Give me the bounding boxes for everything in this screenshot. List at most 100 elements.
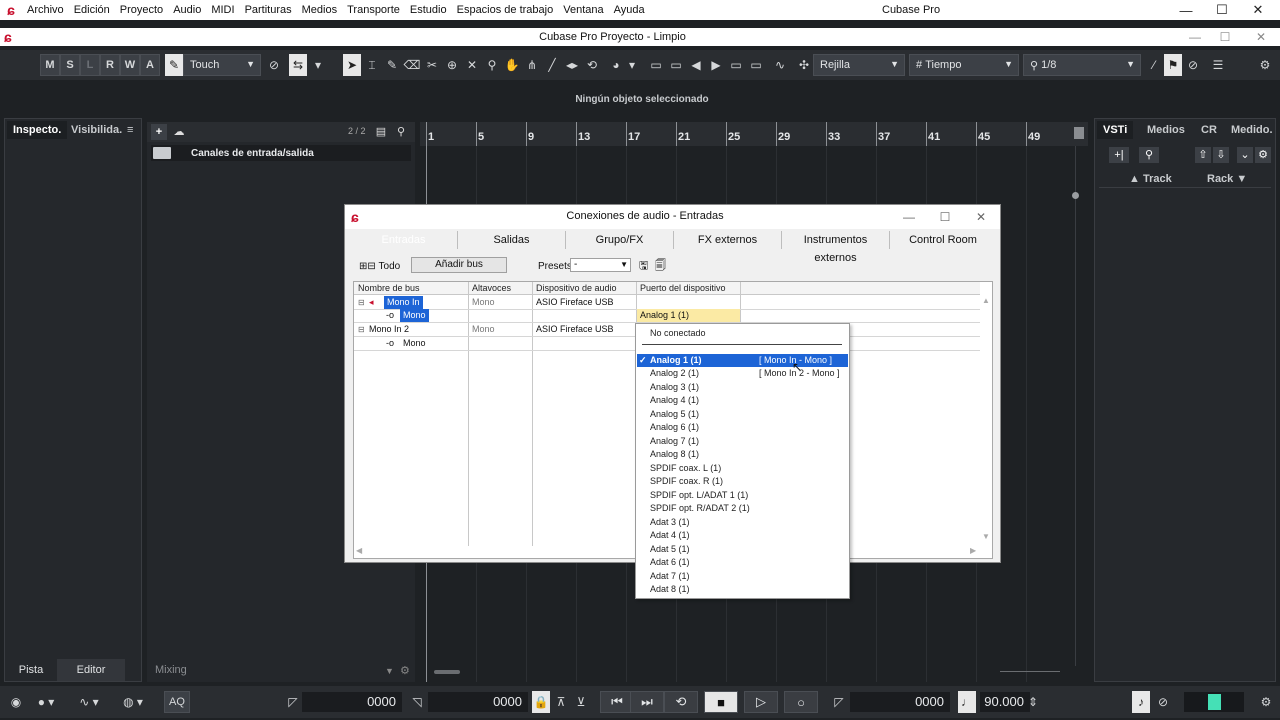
position-mode-icon[interactable]: ◸ bbox=[830, 691, 848, 713]
channel-name-mono[interactable]: Mono bbox=[400, 309, 429, 322]
mute-tool-icon[interactable]: ✕ bbox=[463, 54, 481, 76]
tab-visibility[interactable]: Visibilida. bbox=[65, 121, 128, 139]
scroll-left-icon[interactable]: ◀ bbox=[356, 546, 362, 555]
tab-track[interactable]: Pista bbox=[5, 659, 57, 681]
split-tool-icon[interactable]: ✂ bbox=[423, 54, 441, 76]
popup-item-spdif-opt-l[interactable]: SPDIF opt. L/ADAT 1 (1) bbox=[637, 489, 848, 502]
grow-icon[interactable]: ▭ bbox=[747, 54, 765, 76]
stop-button[interactable]: ■ bbox=[704, 691, 738, 713]
popup-item-analog-3[interactable]: Analog 3 (1) bbox=[637, 381, 848, 394]
chevron-down-icon[interactable]: ▾ bbox=[623, 54, 641, 76]
audio-meter-icon[interactable]: ∿ ▾ bbox=[74, 691, 104, 713]
automation-mode-select[interactable]: Touch ▼ bbox=[183, 54, 261, 76]
presets-select[interactable]: - ▼ bbox=[570, 258, 631, 272]
play-button[interactable]: ▷ bbox=[744, 691, 778, 713]
menu-audio[interactable]: Audio bbox=[168, 0, 206, 20]
read-button[interactable]: R bbox=[100, 54, 120, 76]
menu-archivo[interactable]: Archivo bbox=[22, 0, 69, 20]
bus-device[interactable]: ASIO Fireface USB bbox=[536, 323, 614, 336]
channel-name-mono[interactable]: Mono bbox=[403, 337, 426, 350]
gear-icon[interactable]: ⚙ bbox=[1255, 147, 1271, 163]
comp-tool-icon[interactable]: ⋔ bbox=[523, 54, 541, 76]
snap-on-icon[interactable]: ∿ bbox=[771, 54, 789, 76]
popup-item-analog-8[interactable]: Analog 8 (1) bbox=[637, 448, 848, 461]
go-to-end-button[interactable]: ⏭ bbox=[630, 691, 664, 713]
col-audio-device[interactable]: Dispositivo de audio bbox=[532, 282, 636, 295]
snap-type-select[interactable]: Rejilla ▼ bbox=[813, 54, 905, 76]
go-to-start-button[interactable]: ⏮ bbox=[600, 691, 634, 713]
metronome-icon[interactable]: ♪ bbox=[1132, 691, 1150, 713]
popup-item-spdif-opt-r[interactable]: SPDIF opt. R/ADAT 2 (1) bbox=[637, 502, 848, 515]
bus-device[interactable]: ASIO Fireface USB bbox=[536, 296, 614, 309]
sync-icon[interactable]: ⊘ bbox=[1184, 54, 1202, 76]
chevron-down-icon[interactable]: ▾ bbox=[309, 54, 327, 76]
hand-tool-icon[interactable]: ✋ bbox=[503, 54, 521, 76]
popup-item-analog-2[interactable]: Analog 2 (1)[ Mono In 2 - Mono ] bbox=[637, 367, 848, 380]
rack-column-header[interactable]: Rack ▼ bbox=[1207, 173, 1247, 185]
menu-partituras[interactable]: Partituras bbox=[240, 0, 297, 20]
menu-midi[interactable]: MIDI bbox=[206, 0, 239, 20]
tab-editor[interactable]: Editor bbox=[57, 659, 125, 681]
scroll-up-icon[interactable]: ▲ bbox=[982, 296, 990, 305]
glue-tool-icon[interactable]: ⊕ bbox=[443, 54, 461, 76]
device-port-cell[interactable]: Analog 1 (1) bbox=[637, 309, 740, 322]
menu-medios[interactable]: Medios bbox=[297, 0, 342, 20]
popup-item-adat-4[interactable]: Adat 4 (1) bbox=[637, 529, 848, 542]
pencil-tool-icon[interactable]: ✎ bbox=[383, 54, 401, 76]
dialog-minimize-button[interactable]: — bbox=[891, 207, 927, 227]
add-instrument-icon[interactable]: +| bbox=[1109, 147, 1129, 163]
performance-icon[interactable]: ◍ ▾ bbox=[118, 691, 148, 713]
delete-preset-icon[interactable]: 🗐 bbox=[655, 257, 669, 272]
nudge-right-icon[interactable]: ▭ bbox=[667, 54, 685, 76]
record-button[interactable]: ○ bbox=[784, 691, 818, 713]
punch-out-icon[interactable]: ⊻ bbox=[572, 691, 590, 713]
bus-name-mono-in[interactable]: Mono In bbox=[384, 296, 423, 309]
add-track-icon[interactable]: + bbox=[151, 124, 167, 140]
popup-item-adat-6[interactable]: Adat 6 (1) bbox=[637, 556, 848, 569]
ruler[interactable]: 1 5 9 13 17 21 25 29 33 37 41 45 49 bbox=[420, 122, 1088, 146]
menu-estudio[interactable]: Estudio bbox=[405, 0, 452, 20]
right-locator-field[interactable]: 0000 bbox=[428, 692, 528, 712]
popup-item-adat-7[interactable]: Adat 7 (1) bbox=[637, 570, 848, 583]
popup-item-adat-5[interactable]: Adat 5 (1) bbox=[637, 543, 848, 556]
listen-button[interactable]: L bbox=[80, 54, 100, 76]
track-column-header[interactable]: ▲ Track bbox=[1129, 173, 1172, 185]
popup-item-adat-3[interactable]: Adat 3 (1) bbox=[637, 516, 848, 529]
record-mode-icon[interactable]: ● ▾ bbox=[32, 691, 60, 713]
tab-external-instruments[interactable]: Instrumentos externos bbox=[782, 231, 890, 264]
search-icon[interactable]: ⚲ bbox=[1139, 147, 1159, 163]
tab-inputs[interactable]: Entradas bbox=[350, 231, 458, 249]
window-layout-icon[interactable]: ☰ bbox=[1208, 54, 1228, 76]
menu-transporte[interactable]: Transporte bbox=[342, 0, 405, 20]
vertical-zoom-handle[interactable] bbox=[1072, 192, 1079, 199]
tab-media[interactable]: Medios bbox=[1141, 121, 1191, 139]
quantize-settings-icon[interactable]: ⚑ bbox=[1164, 54, 1182, 76]
popup-item-adat-8[interactable]: Adat 8 (1) bbox=[637, 583, 848, 596]
menu-ayuda[interactable]: Ayuda bbox=[609, 0, 650, 20]
col-bus-name[interactable]: Nombre de bus bbox=[354, 282, 468, 295]
grid-type-select[interactable]: # Tiempo ▼ bbox=[909, 54, 1019, 76]
add-bus-button[interactable]: Añadir bus bbox=[411, 257, 507, 273]
write-button[interactable]: W bbox=[120, 54, 140, 76]
collapse-icon[interactable]: ⊟ bbox=[358, 323, 365, 336]
project-maximize-button[interactable]: ☐ bbox=[1210, 28, 1240, 46]
nudge-left-icon[interactable]: ▭ bbox=[647, 54, 665, 76]
solo-button[interactable]: S bbox=[60, 54, 80, 76]
move-left-icon[interactable]: ◀ bbox=[687, 54, 705, 76]
move-down-icon[interactable]: ⇩ bbox=[1213, 147, 1229, 163]
aq-button[interactable]: AQ bbox=[164, 691, 190, 713]
collapse-icon[interactable]: ⊟ bbox=[358, 296, 365, 309]
menu-espacios[interactable]: Espacios de trabajo bbox=[452, 0, 559, 20]
menu-edicion[interactable]: Edición bbox=[69, 0, 115, 20]
tab-group-fx[interactable]: Grupo/FX bbox=[566, 231, 674, 249]
col-device-port[interactable]: Puerto del dispositivo bbox=[636, 282, 740, 295]
add-folder-icon[interactable]: ☁ bbox=[171, 124, 187, 140]
tab-control-room[interactable]: CR bbox=[1195, 121, 1223, 139]
play-tool-icon[interactable]: ◂▸ bbox=[563, 54, 581, 76]
tab-vsti[interactable]: VSTi bbox=[1097, 121, 1134, 139]
project-minimize-button[interactable]: — bbox=[1180, 28, 1210, 46]
lock-icon[interactable]: 🔒 bbox=[532, 691, 550, 713]
automation-button[interactable]: A bbox=[140, 54, 160, 76]
scroll-right-icon[interactable]: ▶ bbox=[970, 546, 976, 555]
store-preset-icon[interactable]: 🖫 bbox=[639, 257, 653, 272]
